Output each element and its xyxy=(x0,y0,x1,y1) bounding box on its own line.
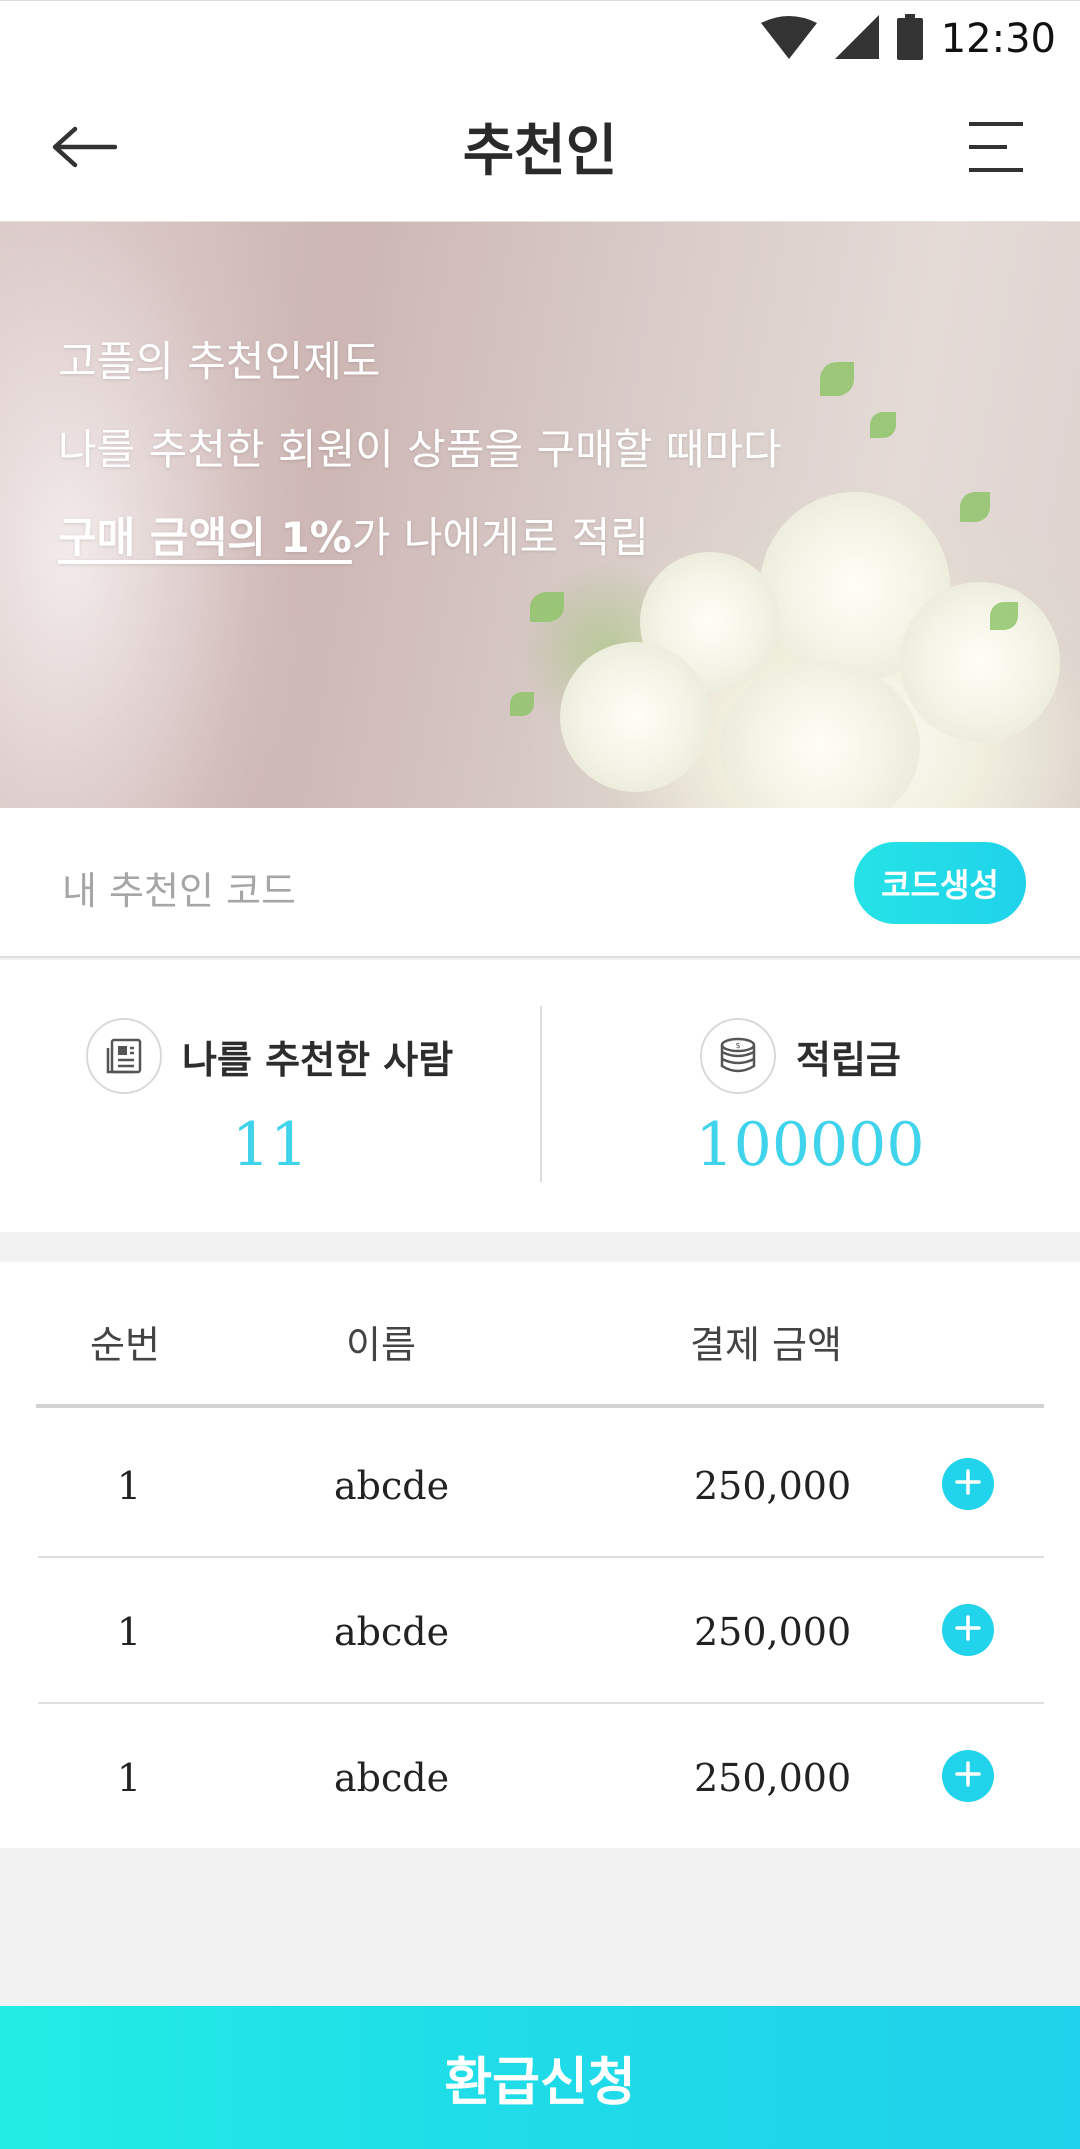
hero-line-3-rest: 가 나에게로 적립 xyxy=(351,513,649,562)
row-name: abcde xyxy=(334,1464,450,1508)
table-row: 1 abcde 250,000 xyxy=(38,1412,1044,1558)
referrers-stat-header: 나를 추천한 사람 xyxy=(86,1018,453,1094)
row-amount: 250,000 xyxy=(694,1464,852,1508)
expand-row-button[interactable] xyxy=(942,1458,994,1510)
coin-stack-icon: $ xyxy=(700,1018,776,1094)
column-header-number: 순번 xyxy=(90,1323,160,1367)
points-stat-header: $ 적립금 xyxy=(700,1018,901,1094)
referral-code-label: 내 추천인 코드 xyxy=(62,869,296,913)
hero-line-2: 나를 추천한 회원이 상품을 구매할 때마다 xyxy=(58,425,782,474)
battery-icon xyxy=(896,14,923,64)
referrers-stat: 나를 추천한 사람 11 xyxy=(0,1018,540,1198)
row-number: 1 xyxy=(116,1610,142,1654)
leaf-decoration xyxy=(820,362,854,396)
hamburger-menu-icon xyxy=(967,121,1025,177)
referral-page: 12:30 추천인 고플의 추천인제도 나를 추천한 회원이 상품을 구매할 때… xyxy=(0,0,1080,2149)
status-bar: 12:30 xyxy=(0,0,1080,76)
plus-icon xyxy=(954,1468,982,1500)
row-number: 1 xyxy=(116,1756,142,1800)
referral-table: 순번 이름 결제 금액 1 abcde 250,000 1 abcde 250,… xyxy=(0,1262,1080,1848)
table-row: 1 abcde 250,000 xyxy=(38,1558,1044,1704)
generate-code-button[interactable]: 코드생성 xyxy=(854,842,1026,924)
svg-text:$: $ xyxy=(735,1041,740,1050)
points-stat: $ 적립금 100000 xyxy=(540,1018,1080,1198)
app-header: 추천인 xyxy=(0,76,1080,222)
expand-row-button[interactable] xyxy=(942,1604,994,1656)
status-time: 12:30 xyxy=(940,16,1056,62)
row-name: abcde xyxy=(334,1756,450,1800)
wifi-icon xyxy=(760,15,817,63)
points-stat-value: 100000 xyxy=(695,1110,925,1180)
flower-decoration xyxy=(900,582,1060,742)
expand-row-button[interactable] xyxy=(942,1750,994,1802)
hero-line-1: 고플의 추천인제도 xyxy=(58,337,381,386)
leaf-decoration xyxy=(530,592,564,622)
page-title: 추천인 xyxy=(462,118,618,184)
flower-decoration xyxy=(560,642,710,792)
referral-code-row: 내 추천인 코드 코드생성 xyxy=(0,808,1080,958)
points-stat-title: 적립금 xyxy=(796,1037,901,1082)
refund-request-button[interactable]: 환급신청 xyxy=(0,2006,1080,2149)
referrers-stat-value: 11 xyxy=(231,1110,309,1180)
hero-banner: 고플의 추천인제도 나를 추천한 회원이 상품을 구매할 때마다 구매 금액의 … xyxy=(0,222,1080,808)
plus-icon xyxy=(954,1760,982,1792)
leaf-decoration xyxy=(960,492,990,522)
plus-icon xyxy=(954,1614,982,1646)
table-row: 1 abcde 250,000 xyxy=(38,1704,1044,1850)
row-amount: 250,000 xyxy=(694,1756,852,1800)
signal-icon xyxy=(834,15,879,63)
leaf-decoration xyxy=(870,412,896,438)
leaf-decoration xyxy=(990,602,1018,630)
row-number: 1 xyxy=(116,1464,142,1508)
hero-line-3: 구매 금액의 1%가 나에게로 적립 xyxy=(58,494,782,582)
flower-decoration xyxy=(720,662,920,808)
hero-text: 고플의 추천인제도 나를 추천한 회원이 상품을 구매할 때마다 구매 금액의 … xyxy=(58,318,782,582)
leaf-decoration xyxy=(510,692,534,716)
row-name: abcde xyxy=(334,1610,450,1654)
column-header-name: 이름 xyxy=(346,1323,416,1367)
column-header-amount: 결제 금액 xyxy=(690,1323,842,1367)
status-icons: 12:30 xyxy=(760,13,1056,65)
table-header: 순번 이름 결제 금액 xyxy=(36,1262,1044,1408)
hero-highlight: 구매 금액의 1% xyxy=(58,513,352,562)
referrers-stat-title: 나를 추천한 사람 xyxy=(182,1037,454,1082)
stats-panel: 나를 추천한 사람 11 $ 적립금 100000 xyxy=(0,960,1080,1232)
document-list-icon xyxy=(86,1018,162,1094)
menu-button[interactable] xyxy=(956,116,1036,182)
row-amount: 250,000 xyxy=(694,1610,852,1654)
